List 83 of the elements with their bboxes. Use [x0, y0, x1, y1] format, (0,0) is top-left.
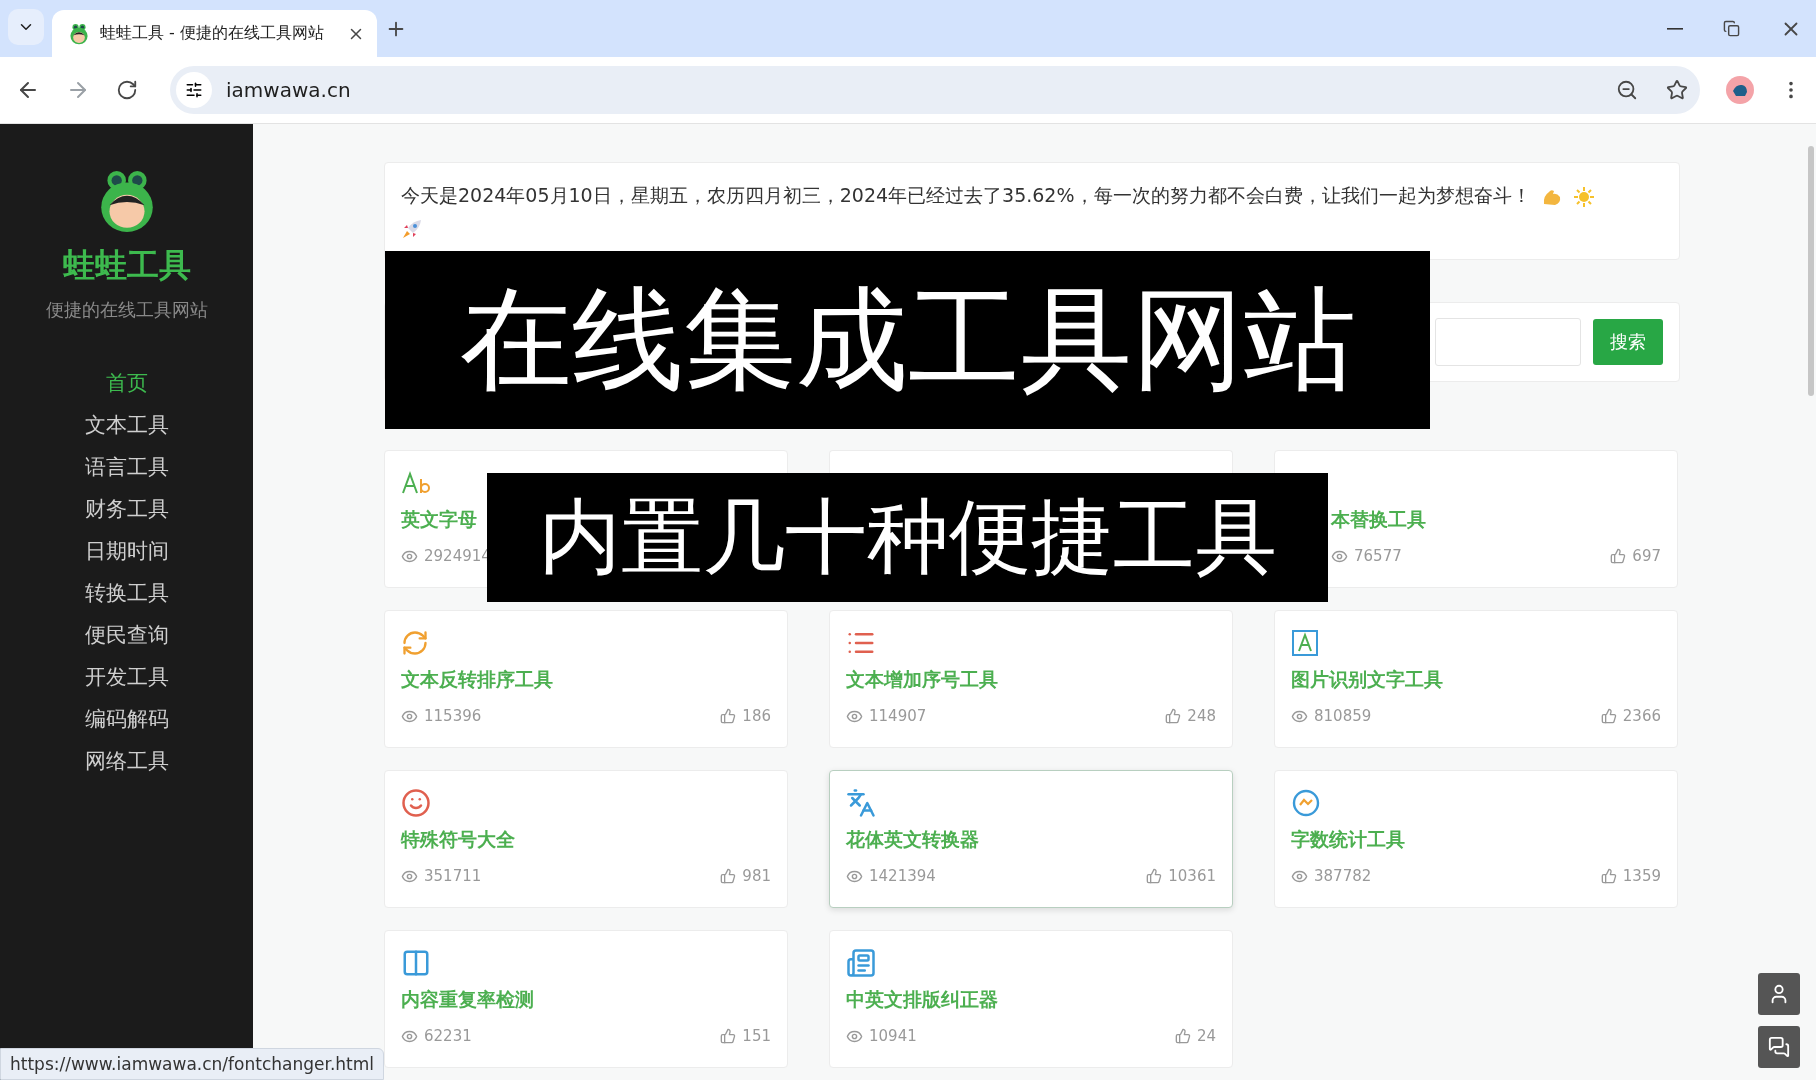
nav-item[interactable]: 日期时间 — [84, 530, 169, 572]
translate-icon — [846, 788, 876, 818]
like-count: 24 — [1196, 1027, 1216, 1045]
search-field[interactable] — [1435, 318, 1581, 366]
tool-title: 特殊符号大全 — [401, 827, 516, 852]
like-icon — [1600, 868, 1617, 884]
view-count: 351711 — [424, 867, 482, 885]
nav-item[interactable]: 首页 — [105, 362, 148, 404]
nav-item[interactable]: 转换工具 — [84, 572, 169, 614]
bookmark-star-icon[interactable] — [1666, 79, 1688, 101]
view-count: 387782 — [1314, 867, 1372, 885]
view-count: 76577 — [1354, 547, 1402, 565]
nav-item[interactable]: 编码解码 — [84, 698, 169, 740]
view-count: 1421394 — [869, 867, 936, 885]
tool-title: 文本增加序号工具 — [846, 667, 999, 692]
like-count: 697 — [1632, 547, 1661, 565]
minimize-button[interactable] — [1667, 27, 1683, 30]
video-caption: 内置几十种便捷工具 — [487, 473, 1328, 602]
tool-title: 文本反转排序工具 — [401, 667, 554, 692]
nav-item[interactable]: 便民查询 — [84, 614, 169, 656]
restore-icon — [1723, 20, 1740, 37]
site-info-button[interactable] — [176, 72, 212, 108]
view-count: 810859 — [1314, 707, 1372, 725]
rotate-icon — [401, 629, 429, 657]
like-count: 186 — [742, 707, 771, 725]
tab-title: 蛙蛙工具 - 便捷的在线工具网站 — [100, 23, 325, 44]
list-box-icon — [846, 948, 876, 978]
tool-title: 中英文排版纠正器 — [846, 987, 999, 1012]
letter-square-icon — [1291, 629, 1319, 657]
smile-icon — [401, 788, 431, 818]
video-caption: 在线集成工具网站 — [385, 251, 1430, 429]
browser-tab[interactable]: 蛙蛙工具 - 便捷的在线工具网站 — [52, 10, 377, 57]
like-count: 10361 — [1168, 867, 1216, 885]
letters-icon — [401, 471, 433, 495]
tool-title: 花体英文转换器 — [846, 827, 980, 852]
nav-item[interactable]: 财务工具 — [84, 488, 169, 530]
like-count: 1359 — [1622, 867, 1661, 885]
minimize-icon — [1667, 27, 1683, 30]
sliders-icon — [185, 81, 203, 99]
tool-title: 本替换工具 — [1331, 507, 1427, 532]
wave-circle-icon — [1291, 788, 1321, 818]
site-subtitle: 便捷的在线工具网站 — [45, 298, 208, 322]
like-icon — [1146, 868, 1163, 884]
user-button[interactable] — [1758, 973, 1800, 1015]
view-count: 114907 — [869, 707, 927, 725]
like-count: 981 — [742, 867, 771, 885]
view-count: 10941 — [869, 1027, 917, 1045]
like-count: 151 — [742, 1027, 771, 1045]
like-icon — [720, 1028, 737, 1044]
like-count: 2366 — [1622, 707, 1661, 725]
nav-item[interactable]: 网络工具 — [84, 740, 169, 782]
like-icon — [1165, 708, 1182, 724]
tool-title: 英文字母 — [401, 507, 478, 532]
zoom-icon[interactable] — [1616, 79, 1638, 101]
scrollbar-thumb[interactable] — [1808, 146, 1814, 396]
status-url: https://www.iamwawa.cn/fontchanger.html — [0, 1048, 385, 1080]
url-text: iamwawa.cn — [226, 78, 352, 102]
view-count: 62231 — [424, 1027, 472, 1045]
nav-item[interactable]: 开发工具 — [84, 656, 169, 698]
like-icon — [1600, 708, 1617, 724]
chat-button[interactable] — [1758, 1026, 1800, 1068]
like-icon — [720, 868, 737, 884]
view-count: 115396 — [424, 707, 482, 725]
like-icon — [720, 708, 737, 724]
sun-icon — [1572, 185, 1595, 208]
frog-icon — [68, 22, 90, 45]
tool-title: 字数统计工具 — [1291, 827, 1406, 852]
columns-icon — [401, 948, 431, 978]
site-title: 蛙蛙工具 — [62, 245, 191, 286]
address-bar[interactable]: iamwawa.cn — [170, 66, 1700, 114]
nav-item[interactable]: 语言工具 — [84, 446, 169, 488]
tool-title: 内容重复率检测 — [401, 987, 535, 1012]
like-icon — [1610, 548, 1627, 564]
nav-item[interactable]: 文本工具 — [84, 404, 169, 446]
notice-text: 今天是2024年05月10日，星期五，农历四月初三，2024年已经过去了35.62%，每一次的努力都不会白费，让我们一起为梦想奋斗！ — [401, 184, 1531, 206]
tool-title: 图片识别文字工具 — [1291, 667, 1444, 692]
like-icon — [1174, 1028, 1191, 1044]
like-count: 248 — [1187, 707, 1216, 725]
restore-button[interactable] — [1723, 20, 1740, 37]
profile-avatar[interactable] — [1726, 76, 1754, 104]
rocket-icon — [401, 217, 423, 240]
reload-button[interactable] — [116, 79, 138, 101]
chat-icon — [1768, 1036, 1790, 1058]
